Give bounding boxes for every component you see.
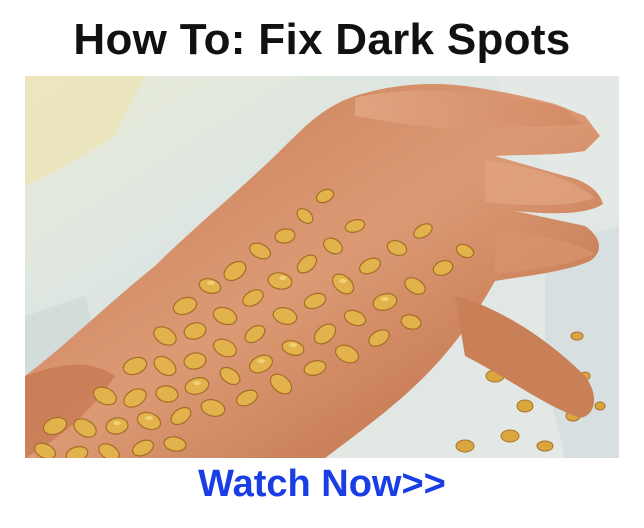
advertisement[interactable]: How To: Fix Dark Spots Watch Now>> [0, 0, 644, 528]
ad-headline[interactable]: How To: Fix Dark Spots [0, 14, 644, 66]
hand-with-oats-illustration [25, 76, 619, 458]
ad-illustration[interactable] [25, 76, 619, 458]
watch-now-link[interactable]: Watch Now>> [0, 458, 644, 510]
